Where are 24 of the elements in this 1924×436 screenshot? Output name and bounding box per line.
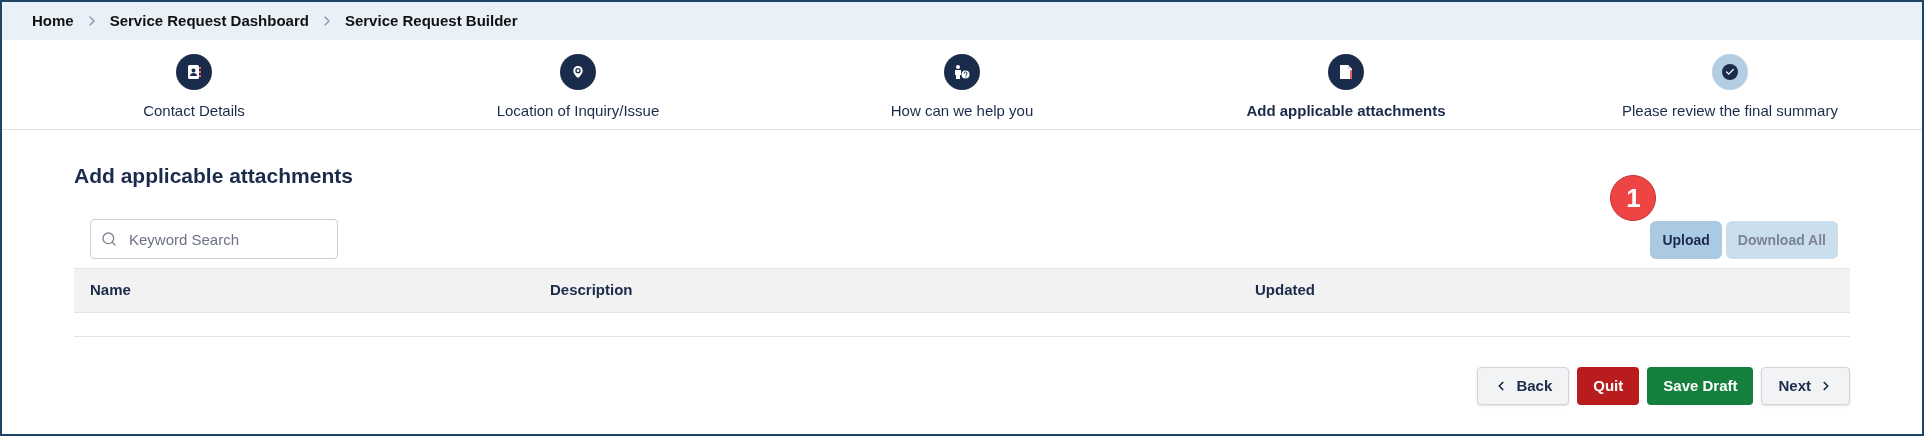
breadcrumb-link[interactable]: Service Request Builder	[344, 9, 518, 33]
person-question-icon	[953, 64, 971, 80]
document-icon	[1339, 64, 1353, 80]
page-heading: Add applicable attachments	[74, 163, 353, 189]
breadcrumb-link[interactable]: Service Request Dashboard	[109, 9, 309, 33]
stepper-step[interactable]: Please review the final summary	[1538, 40, 1922, 129]
quit-button[interactable]: Quit	[1577, 367, 1640, 405]
upload-button[interactable]: Upload	[1650, 221, 1722, 259]
column-header[interactable]: Description	[550, 279, 1255, 302]
column-header[interactable]: Name	[90, 279, 550, 302]
save-button[interactable]: Save Draft	[1647, 367, 1754, 405]
annotation-badge: 1	[1610, 175, 1657, 221]
breadcrumb-link[interactable]: Home	[32, 9, 74, 33]
stepper-step[interactable]: Add applicable attachments	[1154, 40, 1538, 129]
search-field[interactable]: Keyword Search	[90, 219, 338, 259]
stepper-step[interactable]: Contact Details	[2, 40, 386, 129]
back-button[interactable]: Back	[1477, 367, 1570, 405]
contact-book-icon	[186, 64, 202, 80]
next-button[interactable]: Next	[1761, 367, 1850, 405]
stepper-step[interactable]: Location of Inquiry/Issue	[386, 40, 770, 129]
search-icon	[101, 231, 117, 247]
map-pin-icon	[570, 64, 586, 80]
column-header[interactable]: Updated	[1255, 279, 1834, 302]
stepper-step[interactable]: How can we help you	[770, 40, 1154, 129]
